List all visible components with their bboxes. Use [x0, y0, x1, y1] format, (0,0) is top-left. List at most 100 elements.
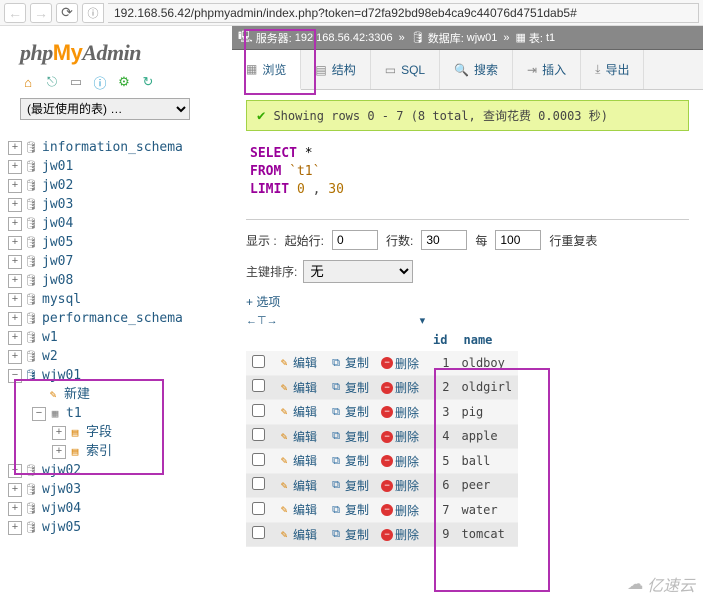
options-link[interactable]: + 选项 [246, 293, 689, 310]
url-bar[interactable]: 192.168.56.42/phpmyadmin/index.php?token… [108, 3, 699, 23]
column-sort-header[interactable]: ←⊤→ ▾ [246, 314, 689, 327]
row-checkbox[interactable] [252, 502, 265, 515]
collapse-icon[interactable]: − [8, 369, 22, 383]
tree-db-w2[interactable]: +🛢w2 [8, 347, 224, 366]
row-checkbox[interactable] [252, 428, 265, 441]
logout-icon[interactable]: ⎋ [44, 74, 60, 90]
expand-icon[interactable]: + [8, 350, 22, 364]
reload-tree-icon[interactable]: ↻ [140, 74, 156, 90]
delete-link[interactable]: −删除 [381, 477, 419, 494]
tree-db-jw05[interactable]: +🛢jw05 [8, 233, 224, 252]
tree-db-mysql[interactable]: +🛢mysql [8, 290, 224, 309]
site-info-icon[interactable]: ⓘ [82, 3, 104, 23]
row-checkbox[interactable] [252, 526, 265, 539]
copy-link[interactable]: ⧉复制 [329, 526, 369, 543]
tree-db-jw04[interactable]: +🛢jw04 [8, 214, 224, 233]
edit-link[interactable]: ✎编辑 [277, 477, 317, 494]
sql-icon[interactable]: ▭ [68, 74, 84, 90]
expand-icon[interactable]: + [8, 331, 22, 345]
row-checkbox[interactable] [252, 477, 265, 490]
tree-db-jw02[interactable]: +🛢jw02 [8, 176, 224, 195]
back-button[interactable]: ← [4, 3, 26, 23]
expand-icon[interactable]: + [8, 502, 22, 516]
tbl-value[interactable]: t1 [546, 32, 555, 44]
forward-button[interactable]: → [30, 3, 52, 23]
copy-link[interactable]: ⧉复制 [329, 403, 369, 420]
edit-link[interactable]: ✎编辑 [277, 428, 317, 445]
expand-icon[interactable]: + [8, 236, 22, 250]
edit-link[interactable]: ✎编辑 [277, 452, 317, 469]
expand-icon[interactable]: + [8, 293, 22, 307]
delete-link[interactable]: −删除 [381, 453, 419, 470]
col-id[interactable]: id [425, 329, 455, 351]
copy-link[interactable]: ⧉复制 [329, 379, 369, 396]
tab-导出[interactable]: ⤓导出 [581, 50, 644, 89]
delete-link[interactable]: −删除 [381, 379, 419, 396]
tree-db-wjw05[interactable]: +🛢wjw05 [8, 518, 224, 537]
expand-icon[interactable]: + [8, 464, 22, 478]
edit-link[interactable]: ✎编辑 [277, 526, 317, 543]
tree-new[interactable]: ✎新建 [32, 385, 224, 404]
copy-link[interactable]: ⧉复制 [329, 477, 369, 494]
recent-tables-select[interactable]: (最近使用的表) … [20, 98, 190, 120]
delete-link[interactable]: −删除 [381, 526, 419, 543]
expand-icon[interactable]: + [52, 445, 66, 459]
pk-select[interactable]: 无 [303, 260, 413, 283]
tree-db-jw01[interactable]: +🛢jw01 [8, 157, 224, 176]
collapse-icon[interactable]: − [32, 407, 46, 421]
tab-结构[interactable]: ▤结构 [301, 50, 370, 89]
expand-icon[interactable]: + [8, 179, 22, 193]
tree-db-w1[interactable]: +🛢w1 [8, 328, 224, 347]
settings-icon[interactable]: ⚙ [116, 74, 132, 90]
docs-icon[interactable]: ⓘ [92, 74, 108, 90]
expand-icon[interactable]: + [8, 483, 22, 497]
expand-icon[interactable]: + [8, 160, 22, 174]
row-checkbox[interactable] [252, 379, 265, 392]
tree-db-wjw03[interactable]: +🛢wjw03 [8, 480, 224, 499]
expand-icon[interactable]: + [8, 255, 22, 269]
expand-icon[interactable]: + [8, 217, 22, 231]
delete-link[interactable]: −删除 [381, 502, 419, 519]
reload-button[interactable]: ⟳ [56, 3, 78, 23]
tree-columns[interactable]: +▤字段 [52, 423, 224, 442]
copy-link[interactable]: ⧉复制 [329, 428, 369, 445]
expand-icon[interactable]: + [8, 274, 22, 288]
copy-link[interactable]: ⧉复制 [329, 452, 369, 469]
row-checkbox[interactable] [252, 404, 265, 417]
server-value[interactable]: 192.168.56.42:3306 [295, 32, 393, 44]
tab-SQL[interactable]: ▭SQL [371, 50, 440, 89]
tree-db-performance_schema[interactable]: +🛢performance_schema [8, 309, 224, 328]
copy-link[interactable]: ⧉复制 [329, 354, 369, 371]
tree-db-information_schema[interactable]: +🛢information_schema [8, 138, 224, 157]
expand-icon[interactable]: + [8, 312, 22, 326]
expand-icon[interactable]: + [8, 521, 22, 535]
tree-db-wjw02[interactable]: +🛢wjw02 [8, 461, 224, 480]
delete-link[interactable]: −删除 [381, 428, 419, 445]
db-value[interactable]: wjw01 [467, 32, 498, 44]
expand-icon[interactable]: + [8, 198, 22, 212]
home-icon[interactable]: ⌂ [20, 74, 36, 90]
tab-插入[interactable]: ⇥插入 [513, 50, 581, 89]
rows-input[interactable] [421, 230, 467, 250]
tab-搜索[interactable]: 🔍搜索 [440, 50, 513, 89]
edit-link[interactable]: ✎编辑 [277, 379, 317, 396]
tree-db-wjw04[interactable]: +🛢wjw04 [8, 499, 224, 518]
copy-link[interactable]: ⧉复制 [329, 501, 369, 518]
edit-link[interactable]: ✎编辑 [277, 403, 317, 420]
repeat-input[interactable] [495, 230, 541, 250]
tree-index[interactable]: +▤索引 [52, 442, 224, 461]
start-row-input[interactable] [332, 230, 378, 250]
tree-db-wjw01[interactable]: −🛢wjw01 [8, 366, 224, 385]
tree-db-jw03[interactable]: +🛢jw03 [8, 195, 224, 214]
expand-icon[interactable]: + [8, 141, 22, 155]
row-checkbox[interactable] [252, 453, 265, 466]
delete-link[interactable]: −删除 [381, 355, 419, 372]
expand-icon[interactable]: + [52, 426, 66, 440]
tree-db-jw08[interactable]: +🛢jw08 [8, 271, 224, 290]
tab-浏览[interactable]: ▦浏览 [232, 50, 301, 90]
tree-db-jw07[interactable]: +🛢jw07 [8, 252, 224, 271]
delete-link[interactable]: −删除 [381, 404, 419, 421]
row-checkbox[interactable] [252, 355, 265, 368]
edit-link[interactable]: ✎编辑 [277, 354, 317, 371]
edit-link[interactable]: ✎编辑 [277, 501, 317, 518]
